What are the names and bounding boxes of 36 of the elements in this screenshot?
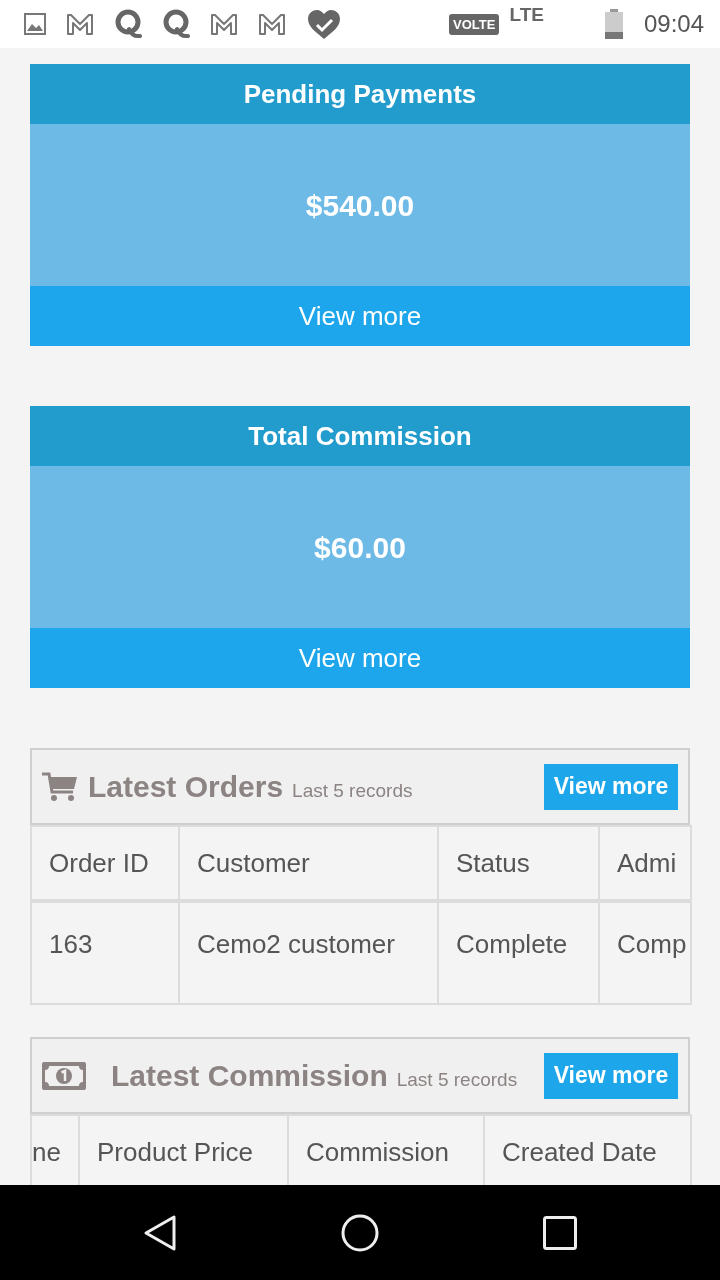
volte-badge: VOLTE [449,13,500,35]
home-icon[interactable] [341,1213,379,1252]
m-logo-icon [258,13,286,35]
card-header: Pending Payments [30,64,690,124]
table-cell: Complete [438,901,599,1004]
network-type-label: LTE [509,5,544,26]
panel-subtitle: Last 5 records [396,1068,518,1092]
amount-display: $60.00 [30,466,690,628]
view-more-link[interactable]: View more [30,628,690,688]
panel-subtitle: Last 5 records [292,779,413,803]
recents-icon[interactable] [543,1215,577,1250]
panel-title: Latest Orders [88,769,284,805]
view-more-button[interactable]: View more [544,763,678,810]
image-icon [24,13,46,35]
heart-check-icon [306,8,342,40]
column-header: Customer [179,826,438,901]
table-cell: 163 [31,901,179,1004]
m-logo-icon [210,13,238,35]
back-icon[interactable] [143,1213,177,1252]
view-more-link[interactable]: View more [30,286,690,346]
clock-time: 09:04 [643,9,704,39]
q-logo-icon [114,9,142,39]
table-cell: Comp [599,901,691,1004]
column-header: Status [438,826,599,901]
column-header: Admi [599,826,691,901]
banknote-icon [42,1061,86,1090]
panel-title: Latest Commission [111,1058,388,1094]
q-logo-icon [162,9,190,39]
m-logo-icon [66,13,94,35]
table-cell: Cemo2 customer [179,901,438,1004]
card-header: Total Commission [30,406,690,466]
view-more-button[interactable]: View more [544,1052,678,1099]
battery-icon [603,9,624,39]
amount-display: $540.00 [30,124,690,286]
cart-icon [42,771,78,802]
column-header: Order ID [31,826,179,901]
